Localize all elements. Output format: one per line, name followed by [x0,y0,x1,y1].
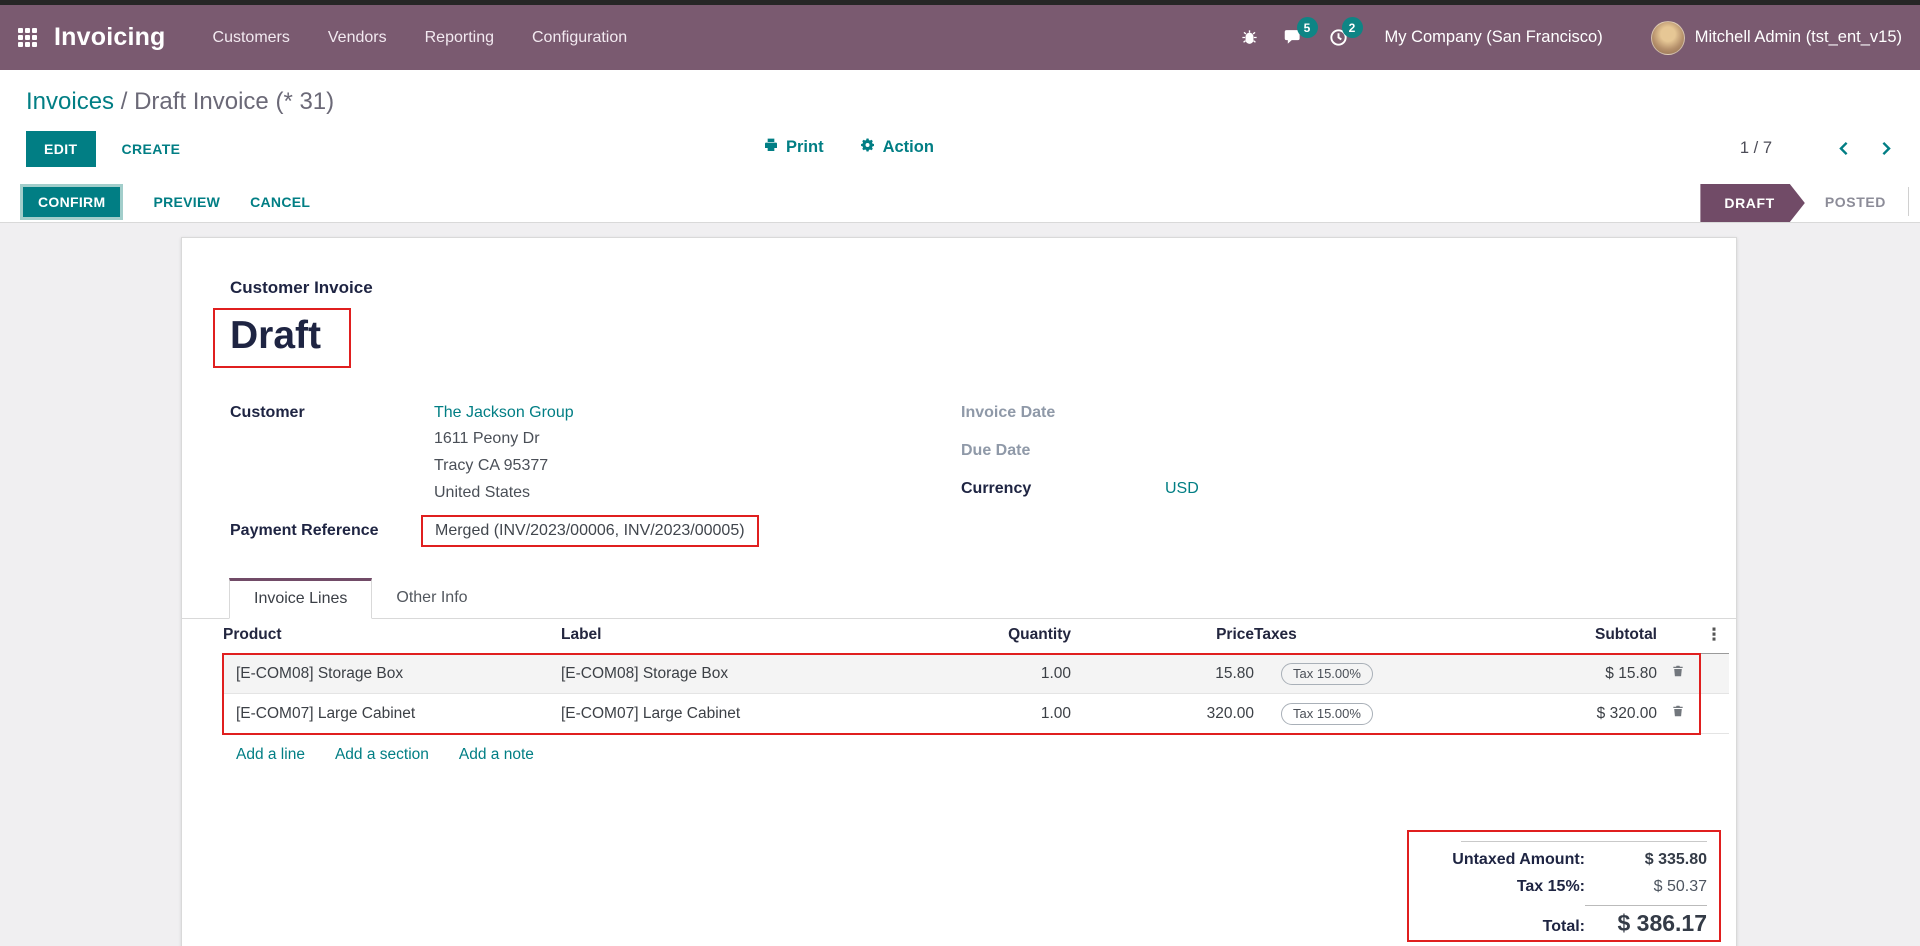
menu-reporting[interactable]: Reporting [406,5,513,70]
status-divider [1908,187,1920,216]
total-value: $ 386.17 [1585,905,1707,941]
col-price: Price [1071,620,1254,652]
tax-label: Tax 15%: [1517,878,1585,896]
tax-tag: Tax 15.00% [1281,703,1373,725]
line-price: 15.80 [1071,665,1254,683]
form-view-background: Customer Invoice Draft Customer The Jack… [0,223,1920,946]
status-draft[interactable]: DRAFT [1700,184,1804,222]
pager-count: 1 / 7 [1740,139,1772,158]
cancel-button[interactable]: CANCEL [250,194,310,210]
invoice-line-row-2[interactable]: [E-COM07] Large Cabinet [E-COM07] Large … [223,694,1729,734]
company-switcher[interactable]: My Company (San Francisco) [1385,28,1603,47]
line-label: [E-COM07] Large Cabinet [561,705,891,723]
invoice-state-title: Draft [230,314,321,358]
printer-icon [763,137,779,158]
line-quantity: 1.00 [891,665,1071,683]
create-button[interactable]: CREATE [122,141,181,157]
tab-invoice-lines[interactable]: Invoice Lines [229,578,372,619]
currency-label: Currency [961,480,1165,498]
tab-other-info[interactable]: Other Info [372,577,491,618]
line-subtotal: $ 320.00 [1463,705,1657,723]
menu-configuration[interactable]: Configuration [513,5,646,70]
line-quantity: 1.00 [891,705,1071,723]
col-product: Product [223,620,561,652]
activities-badge: 2 [1342,17,1363,38]
line-label: [E-COM08] Storage Box [561,665,891,683]
col-label: Label [561,620,891,652]
breadcrumb-invoices-link[interactable]: Invoices [26,88,114,115]
messages-badge: 5 [1297,17,1318,38]
user-menu[interactable]: Mitchell Admin (tst_ent_v15) [1651,21,1902,55]
app-name[interactable]: Invoicing [54,23,166,52]
line-subtotal: $ 15.80 [1463,665,1657,683]
payment-reference-value: Merged (INV/2023/00006, INV/2023/00005) [435,522,745,539]
tax-value: $ 50.37 [1585,878,1707,896]
add-a-section-link[interactable]: Add a section [335,746,429,764]
apps-menu-icon[interactable] [18,28,37,47]
lines-header-row: Product Label Quantity Price Taxes Subto… [223,619,1729,654]
user-name: Mitchell Admin (tst_ent_v15) [1695,28,1902,47]
breadcrumb-separator: / [121,88,128,115]
user-avatar [1651,21,1685,55]
invoice-date-label: Invoice Date [961,404,1165,422]
delete-line-icon[interactable] [1657,664,1699,683]
customer-link[interactable]: The Jackson Group [434,404,574,421]
totals-divider [1461,841,1707,842]
statusbar: CONFIRM PREVIEW CANCEL DRAFT POSTED [0,181,1920,223]
line-price: 320.00 [1071,705,1254,723]
line-product: [E-COM07] Large Cabinet [223,705,561,723]
breadcrumb-current: Draft Invoice (* 31) [134,88,334,115]
col-subtotal: Subtotal [1463,620,1657,652]
debug-icon[interactable] [1240,28,1259,47]
add-a-note-link[interactable]: Add a note [459,746,534,764]
col-taxes: Taxes [1254,620,1463,652]
preview-button[interactable]: PREVIEW [153,194,220,210]
col-quantity: Quantity [891,620,1071,652]
payment-reference-annotation-box: Merged (INV/2023/00006, INV/2023/00005) [421,515,759,547]
due-date-label: Due Date [961,442,1165,460]
pager-next-icon[interactable] [1877,140,1894,157]
optional-columns-icon[interactable]: ⋮ [1706,625,1723,645]
messages-icon[interactable]: 5 [1283,27,1304,48]
pager-previous-icon[interactable] [1836,140,1853,157]
menu-customers[interactable]: Customers [194,5,309,70]
currency-link[interactable]: USD [1165,480,1199,497]
tax-tag: Tax 15.00% [1281,663,1373,685]
invoice-lines-table: Product Label Quantity Price Taxes Subto… [223,619,1729,764]
untaxed-amount-value: $ 335.80 [1585,851,1707,869]
customer-label: Customer [230,404,434,422]
untaxed-amount-label: Untaxed Amount: [1452,851,1585,869]
confirm-button[interactable]: CONFIRM [20,184,123,220]
action-button[interactable]: Action [860,137,934,158]
invoice-sheet: Customer Invoice Draft Customer The Jack… [181,237,1737,946]
menu-vendors[interactable]: Vendors [309,5,406,70]
control-panel: EDIT CREATE Print Action 1 / 7 [0,120,1920,181]
totals-annotation-box: Untaxed Amount: $ 335.80 Tax 15%: $ 50.3… [1407,830,1721,942]
payment-reference-label: Payment Reference [230,522,434,540]
breadcrumb: Invoices / Draft Invoice (* 31) [0,70,1920,120]
draft-annotation-box: Draft [213,308,351,368]
total-label: Total: [1543,918,1585,936]
customer-address: 1611 Peony Dr Tracy CA 95377 United Stat… [434,425,961,506]
gear-icon [860,137,876,158]
invoice-line-row-1[interactable]: [E-COM08] Storage Box [E-COM08] Storage … [223,654,1729,694]
notebook-tabs: Invoice Lines Other Info [182,577,1736,619]
add-a-line-link[interactable]: Add a line [236,746,305,764]
invoice-type-label: Customer Invoice [230,278,1688,298]
edit-button[interactable]: EDIT [26,131,96,167]
line-product: [E-COM08] Storage Box [223,665,561,683]
activities-icon[interactable]: 2 [1328,27,1349,48]
print-button[interactable]: Print [763,137,824,158]
delete-line-icon[interactable] [1657,704,1699,723]
navbar: Invoicing Customers Vendors Reporting Co… [0,5,1920,70]
status-posted[interactable]: POSTED [1805,181,1908,222]
